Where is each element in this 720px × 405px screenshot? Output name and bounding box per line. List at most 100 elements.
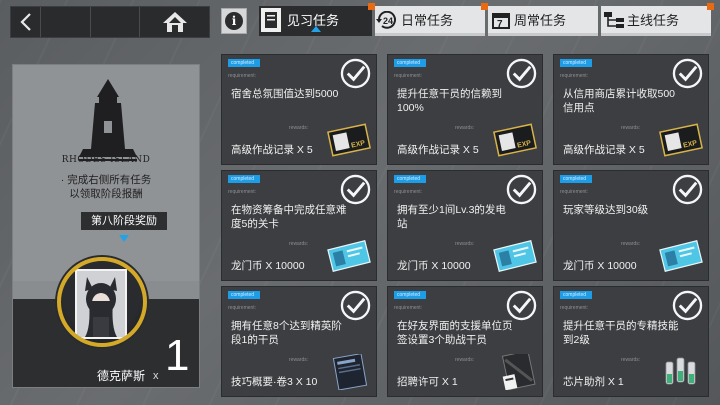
requirement-label: requirement: — [394, 189, 423, 195]
task-card[interactable]: completed requirement: 拥有至少1间Lv.3的发电站 rewar… — [387, 170, 543, 281]
reward-name: 德克萨斯 — [97, 369, 146, 383]
reward-text: 高级作战记录 X 5 — [397, 144, 479, 156]
completed-check-icon — [340, 174, 371, 205]
notification-badge — [368, 3, 375, 10]
task-description: 在好友界面的支援单位页签设置3个助战干员 — [397, 320, 513, 346]
stage-reward-label: 第八阶段奖励 — [81, 212, 167, 230]
status-badge: completed — [228, 291, 260, 299]
completed-check-icon — [672, 58, 703, 89]
status-badge: completed — [560, 59, 592, 67]
exp-card-icon: EXP — [658, 122, 704, 158]
requirement-label: requirement: — [394, 73, 423, 79]
tab-daily-missions[interactable]: 24 日常任务 — [375, 3, 488, 36]
tab-main-missions[interactable]: 主线任务 — [601, 3, 714, 36]
24h-clock-icon: 24 — [375, 6, 401, 33]
task-description: 拥有至少1间Lv.3的发电站 — [397, 204, 506, 230]
calendar-7-icon: 7 — [488, 6, 514, 33]
requirement-label: requirement: — [394, 305, 423, 311]
task-card[interactable]: completed requirement: 在好友界面的支援单位页签设置3个助战干… — [387, 286, 543, 397]
stage-hint: · 完成右侧所有任务 以领取阶段报酬 — [13, 173, 199, 201]
reward-text: 技巧概要·卷3 X 10 — [231, 376, 318, 388]
task-description: 在物资筹备中完成任意难度5的关卡 — [231, 204, 347, 230]
reward-multiplier: x — [153, 370, 159, 382]
reward-text: 高级作战记录 X 5 — [231, 144, 313, 156]
rewards-label: rewards: — [455, 125, 475, 131]
requirement-label: requirement: — [228, 73, 257, 79]
requirement-label: requirement: — [228, 189, 257, 195]
tab-trainee-missions[interactable]: 见习任务 — [259, 3, 375, 36]
lmd-card-icon — [326, 238, 372, 274]
reward-operator-circle[interactable] — [57, 257, 147, 347]
requirement-label: requirement: — [560, 73, 589, 79]
reward-text: 招聘许可 X 1 — [397, 376, 458, 388]
reward-text: 龙门币 X 10000 — [563, 260, 637, 272]
rewards-label: rewards: — [621, 241, 641, 247]
completed-check-icon — [672, 290, 703, 321]
reward-text: 高级作战记录 X 5 — [563, 144, 645, 156]
completed-check-icon — [672, 174, 703, 205]
task-description: 玩家等级达到30级 — [563, 204, 649, 216]
tab-label: 周常任务 — [514, 13, 567, 28]
hint-line: · 完成右侧所有任务 — [60, 174, 152, 186]
rewards-label: rewards: — [289, 125, 309, 131]
svg-text:7: 7 — [497, 19, 503, 29]
notification-badge — [707, 3, 714, 10]
status-badge: completed — [394, 175, 426, 183]
task-card[interactable]: completed requirement: 拥有任意8个达到精英阶段1的干员 rew… — [221, 286, 377, 397]
info-icon: i — [225, 12, 243, 30]
status-badge: completed — [394, 291, 426, 299]
rewards-label: rewards: — [289, 241, 309, 247]
completed-check-icon — [340, 58, 371, 89]
exp-card-icon: EXP — [326, 122, 372, 158]
task-card[interactable]: completed requirement: 玩家等级达到30级 rewards: 龙门… — [553, 170, 709, 281]
task-card[interactable]: completed requirement: 提升任意干员的专精技能到2级 rewar… — [553, 286, 709, 397]
requirement-label: requirement: — [228, 305, 257, 311]
chip-catalyst-icon — [658, 354, 704, 390]
hierarchy-icon — [601, 6, 627, 33]
requirement-label: requirement: — [560, 305, 589, 311]
skill-book-icon — [326, 353, 372, 391]
notification-badge — [481, 3, 488, 10]
status-badge: completed — [560, 291, 592, 299]
completed-check-icon — [506, 290, 537, 321]
lmd-card-icon — [658, 238, 704, 274]
status-badge: completed — [228, 59, 260, 67]
status-badge: completed — [560, 175, 592, 183]
reward-text: 芯片助剂 X 1 — [563, 376, 624, 388]
requirement-label: requirement: — [560, 189, 589, 195]
task-card[interactable]: completed requirement: 在物资筹备中完成任意难度5的关卡 rew… — [221, 170, 377, 281]
tab-weekly-missions[interactable]: 7 周常任务 — [488, 6, 598, 36]
recruit-permit-icon — [492, 350, 538, 391]
status-badge: completed — [228, 175, 260, 183]
task-description: 宿舍总氛围值达到5000 — [231, 88, 339, 100]
operator-avatar-icon — [77, 271, 125, 337]
active-tab-caret — [310, 26, 321, 32]
hint-line: 以领取阶段报酬 — [69, 188, 143, 200]
completed-check-icon — [506, 58, 537, 89]
completed-check-icon — [340, 290, 371, 321]
info-button[interactable]: i — [221, 8, 247, 34]
reward-text: 龙门币 X 10000 — [231, 260, 305, 272]
reward-count: 1 — [165, 331, 190, 380]
home-button[interactable] — [139, 7, 209, 37]
back-button[interactable] — [11, 7, 41, 37]
top-nav-bar — [10, 6, 210, 38]
rewards-label: rewards: — [455, 357, 475, 363]
rewards-label: rewards: — [289, 357, 309, 363]
reward-text: 龙门币 X 10000 — [397, 260, 471, 272]
operator-portrait — [75, 269, 127, 339]
rewards-label: rewards: — [455, 241, 475, 247]
stage-reward-panel: RHODES ISLAND · 完成右侧所有任务 以领取阶段报酬 第八阶段奖励 … — [12, 64, 200, 388]
down-arrow-icon — [119, 235, 129, 242]
home-icon — [162, 12, 187, 32]
task-card[interactable]: completed requirement: 从信用商店累计收取500信用点 rewa… — [553, 54, 709, 165]
task-card[interactable]: completed requirement: 宿舍总氛围值达到5000 rewards… — [221, 54, 377, 165]
exp-card-icon: EXP — [492, 122, 538, 158]
rewards-label: rewards: — [621, 125, 641, 131]
tab-label: 主线任务 — [627, 13, 680, 28]
top-nav-spacer — [41, 7, 139, 37]
task-card[interactable]: completed requirement: 提升任意干员的信赖到100% rewar… — [387, 54, 543, 165]
status-badge: completed — [394, 59, 426, 67]
svg-text:24: 24 — [383, 16, 393, 26]
completed-check-icon — [506, 174, 537, 205]
